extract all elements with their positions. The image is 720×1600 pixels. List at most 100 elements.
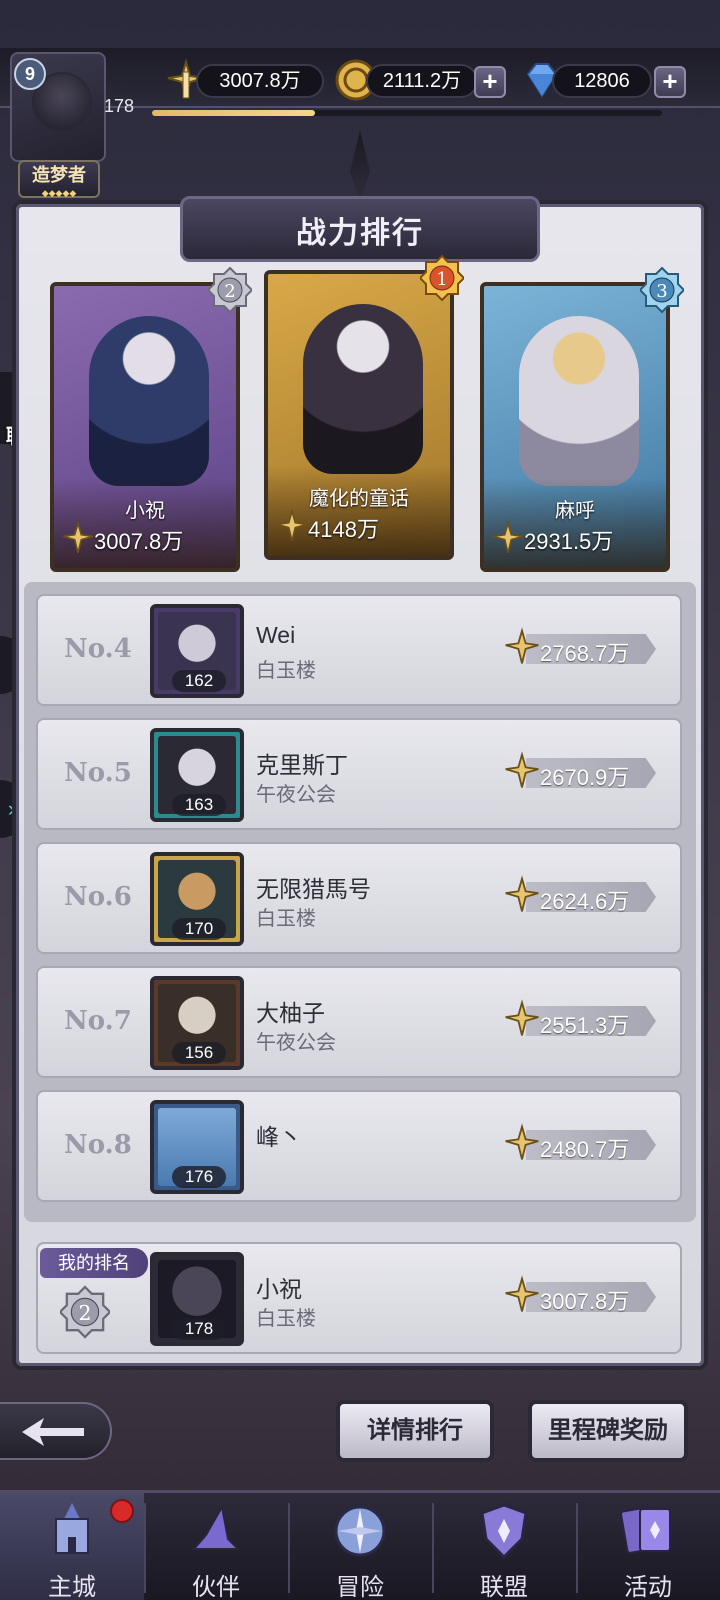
row-avatar[interactable]: 156 bbox=[150, 976, 244, 1070]
row-rank: No.5 bbox=[64, 758, 132, 788]
notification-dot bbox=[110, 1499, 134, 1523]
nav-partners[interactable]: 伙伴 bbox=[144, 1493, 288, 1600]
panel-title: 战力排行 bbox=[296, 216, 424, 251]
card-player-power: 3007.8万 bbox=[94, 529, 184, 554]
power-icon bbox=[505, 999, 539, 1036]
bottom-nav: 主城 伙伴 冒险 联盟 活动 bbox=[0, 1490, 720, 1600]
row-avatar[interactable]: 163 bbox=[150, 728, 244, 822]
card-player-name: 魔化的童话 bbox=[309, 488, 409, 510]
player-title-badge[interactable]: 造梦者 ◆◆◆◆◆ bbox=[18, 160, 100, 198]
row-power: 2624.6万 bbox=[540, 889, 630, 914]
row-player-name: Wei bbox=[256, 622, 296, 648]
my-rank-label: 我的排名 bbox=[40, 1248, 148, 1278]
row-level: 162 bbox=[172, 670, 226, 692]
ranking-row-7[interactable]: No.7 156 大柚子 午夜公会 2551.3万 bbox=[36, 966, 682, 1078]
add-gold-button[interactable]: + bbox=[474, 66, 506, 98]
card-player-name: 麻呼 bbox=[555, 500, 595, 522]
row-rank: No.8 bbox=[64, 1130, 132, 1160]
row-avatar[interactable]: 170 bbox=[150, 852, 244, 946]
character-portrait bbox=[89, 316, 209, 486]
row-avatar[interactable]: 178 bbox=[150, 1252, 244, 1346]
title-stars: ◆◆◆◆◆ bbox=[41, 188, 77, 198]
rank-2-medal-icon: 2 bbox=[208, 266, 252, 314]
power-icon bbox=[277, 508, 307, 541]
nav-label: 活动 bbox=[624, 1573, 672, 1600]
nav-label: 主城 bbox=[48, 1573, 96, 1600]
back-arrow-icon bbox=[22, 1418, 84, 1446]
row-rank: No.4 bbox=[64, 634, 132, 664]
player-level-badge: 9 bbox=[14, 58, 46, 90]
gold-display: 2111.2万 bbox=[366, 64, 478, 98]
nav-alliance[interactable]: 联盟 bbox=[432, 1493, 576, 1600]
power-icon bbox=[505, 627, 539, 664]
svg-text:1: 1 bbox=[436, 269, 447, 290]
character-portrait bbox=[303, 304, 423, 474]
shield-icon bbox=[480, 1503, 528, 1560]
compass-icon bbox=[334, 1505, 386, 1557]
ranking-row-5[interactable]: No.5 163 克里斯丁 午夜公会 2670.9万 bbox=[36, 718, 682, 830]
player-title: 造梦者 bbox=[32, 165, 86, 185]
row-player-name: 克里斯丁 bbox=[256, 752, 348, 778]
power-icon bbox=[505, 1123, 539, 1160]
nav-label: 冒险 bbox=[336, 1573, 384, 1600]
svg-text:3: 3 bbox=[656, 281, 667, 302]
row-level: 178 bbox=[172, 1318, 226, 1340]
svg-text:2: 2 bbox=[224, 281, 235, 302]
row-player-name: 大柚子 bbox=[256, 1000, 325, 1026]
row-power: 2551.3万 bbox=[540, 1013, 630, 1038]
power-icon bbox=[493, 520, 523, 553]
row-level: 170 bbox=[172, 918, 226, 940]
nav-events[interactable]: 活动 bbox=[576, 1493, 720, 1600]
row-level: 163 bbox=[172, 794, 226, 816]
ranking-row-8[interactable]: No.8 176 峰丶 2480.7万 bbox=[36, 1090, 682, 1202]
castle-icon bbox=[55, 1503, 89, 1554]
top-rank-card-1[interactable]: 魔化的童话 4148万 bbox=[264, 270, 454, 560]
diamond-display: 12806 bbox=[552, 64, 652, 98]
back-button[interactable] bbox=[0, 1402, 112, 1460]
add-diamond-button[interactable]: + bbox=[654, 66, 686, 98]
rank-1-medal-icon: 1 bbox=[420, 254, 464, 302]
row-level: 156 bbox=[172, 1042, 226, 1064]
nav-adventure[interactable]: 冒险 bbox=[288, 1493, 432, 1600]
row-guild-name: 白玉楼 bbox=[256, 908, 316, 930]
power-display: 3007.8万 bbox=[196, 64, 324, 98]
svg-text:2: 2 bbox=[78, 1301, 91, 1325]
character-portrait bbox=[519, 316, 639, 486]
row-player-name: 无限猎馬号 bbox=[256, 876, 371, 902]
row-guild-name: 白玉楼 bbox=[256, 660, 316, 682]
cards-icon bbox=[620, 1506, 671, 1554]
row-power: 2480.7万 bbox=[540, 1137, 630, 1162]
top-rank-card-2[interactable]: 小祝 3007.8万 bbox=[50, 282, 240, 572]
row-avatar[interactable]: 162 bbox=[150, 604, 244, 698]
rank-3-medal-icon: 3 bbox=[640, 266, 684, 314]
row-level: 176 bbox=[172, 1166, 226, 1188]
ranking-row-6[interactable]: No.6 170 无限猎馬号 白玉楼 2624.6万 bbox=[36, 842, 682, 954]
rank-2-medal-icon: 2 bbox=[60, 1285, 110, 1339]
card-player-power: 4148万 bbox=[308, 517, 379, 542]
witch-hat-icon bbox=[191, 1504, 241, 1550]
nav-label: 联盟 bbox=[480, 1573, 528, 1600]
player-exp-level: 178 bbox=[104, 96, 135, 116]
row-player-name: 小祝 bbox=[256, 1276, 302, 1302]
row-guild-name: 午夜公会 bbox=[256, 1032, 336, 1054]
milestone-reward-button[interactable]: 里程碑奖励 bbox=[528, 1400, 688, 1462]
power-icon bbox=[505, 751, 539, 788]
power-icon bbox=[505, 1275, 539, 1312]
row-power: 2670.9万 bbox=[540, 765, 630, 790]
row-guild-name: 午夜公会 bbox=[256, 784, 336, 806]
power-icon bbox=[63, 520, 93, 553]
row-player-name: 峰丶 bbox=[256, 1124, 302, 1150]
nav-label: 伙伴 bbox=[192, 1573, 240, 1600]
exp-bar-fill bbox=[152, 110, 316, 116]
row-avatar[interactable]: 176 bbox=[150, 1100, 244, 1194]
top-rank-card-3[interactable]: 麻呼 2931.5万 bbox=[480, 282, 670, 572]
card-player-power: 2931.5万 bbox=[524, 529, 614, 554]
power-icon bbox=[505, 875, 539, 912]
nav-main-city[interactable]: 主城 bbox=[0, 1493, 144, 1600]
row-rank: No.7 bbox=[64, 1006, 132, 1036]
row-guild-name: 白玉楼 bbox=[256, 1308, 316, 1330]
row-rank: No.6 bbox=[64, 882, 132, 912]
card-player-name: 小祝 bbox=[125, 500, 165, 522]
ranking-row-4[interactable]: No.4 162 Wei 白玉楼 2768.7万 bbox=[36, 594, 682, 706]
detail-ranking-button[interactable]: 详情排行 bbox=[336, 1400, 494, 1462]
